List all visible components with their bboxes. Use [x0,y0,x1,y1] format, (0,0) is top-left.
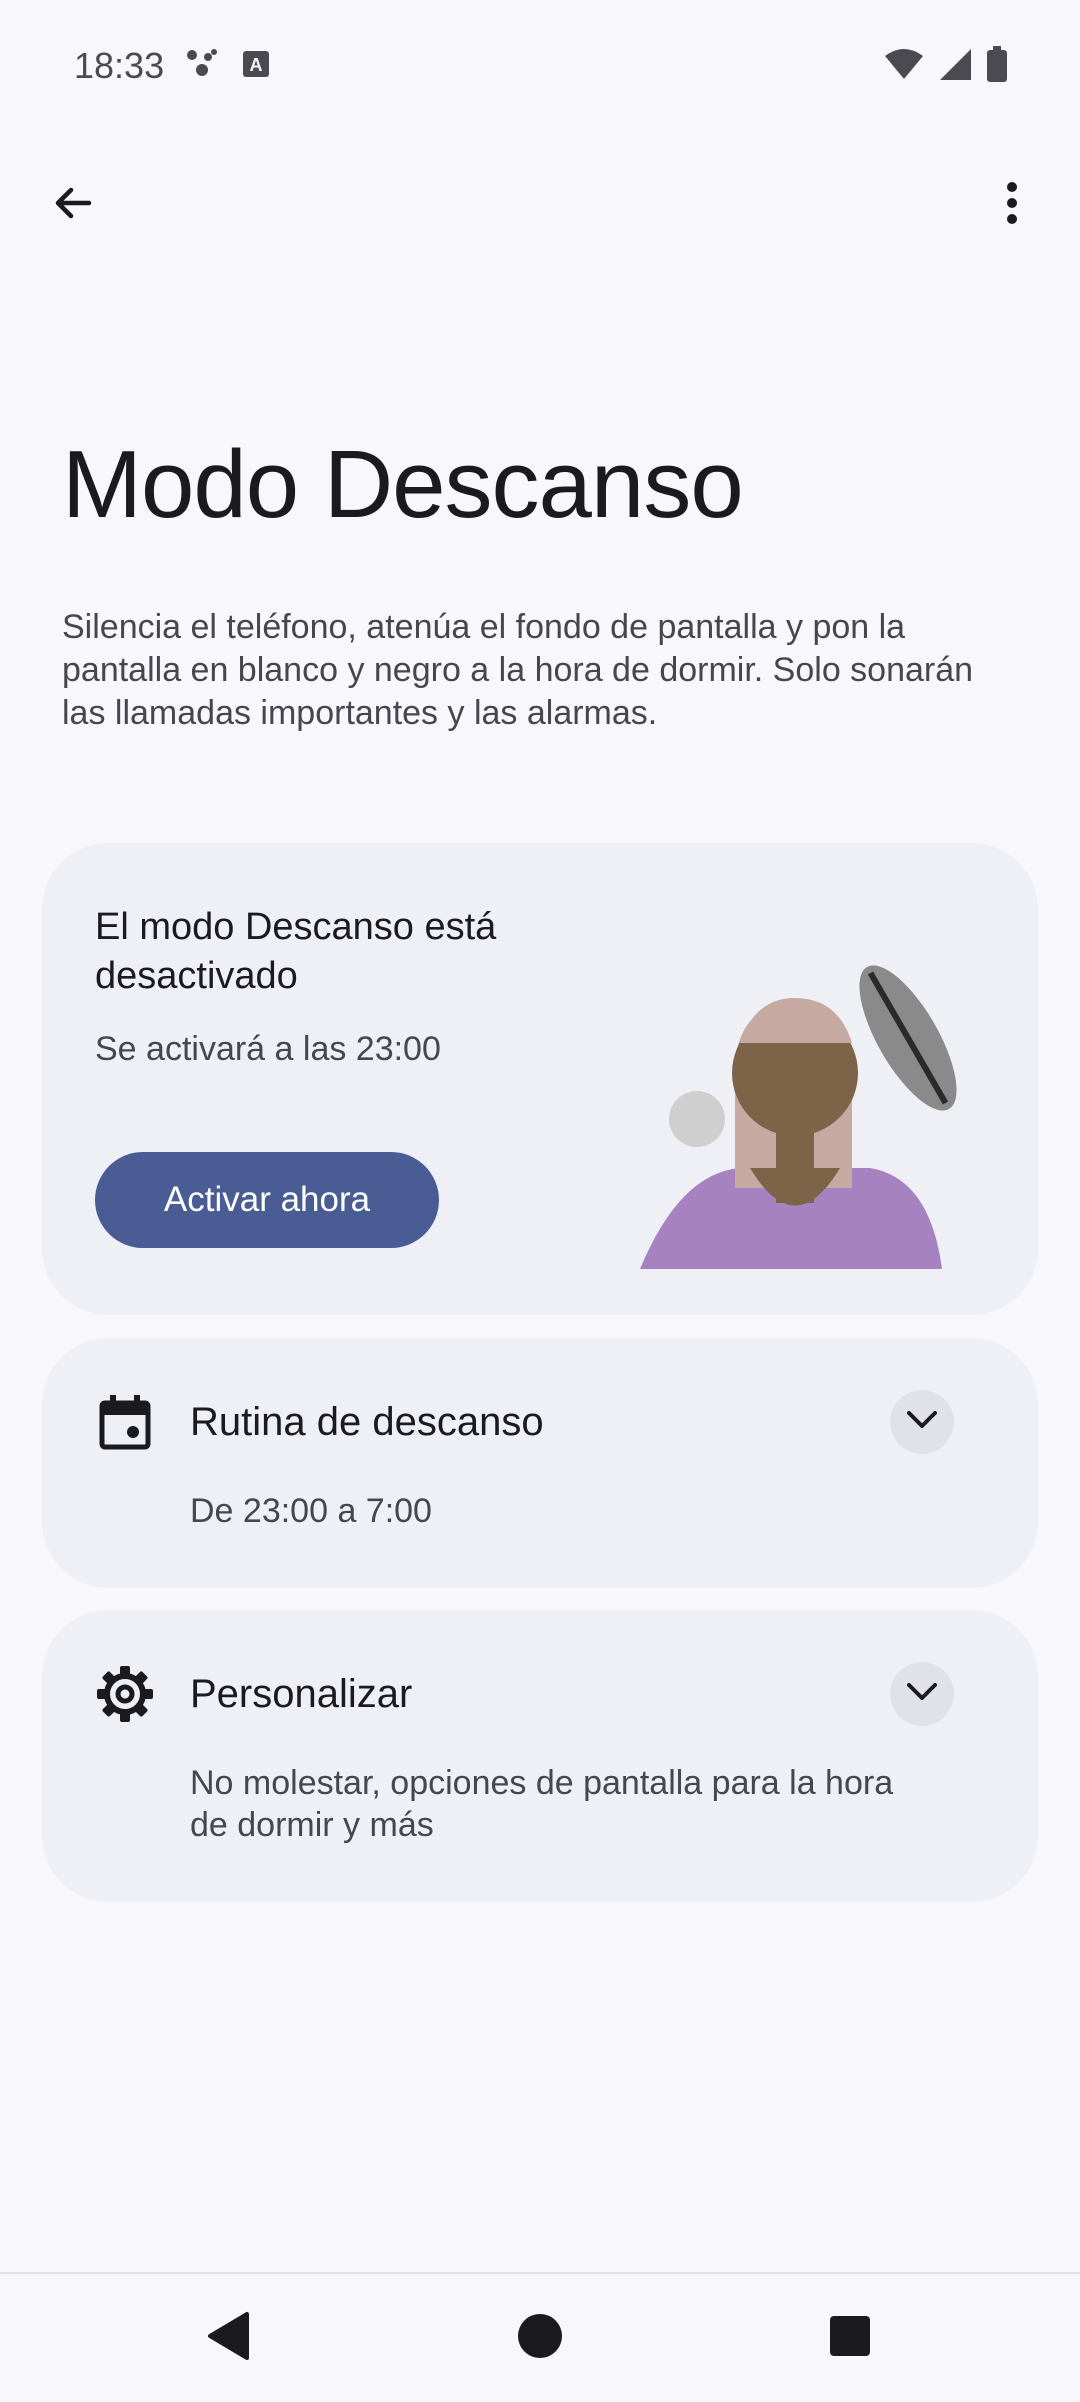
keyboard-a-icon: A [242,45,270,87]
bedtime-routine-card[interactable]: Rutina de descanso De 23:00 a 7:00 [42,1338,1038,1588]
gear-icon [95,1664,155,1724]
wifi-icon [884,48,924,85]
nav-back-icon [205,2311,251,2366]
more-options-button[interactable] [964,157,1060,253]
page-description: Silencia el teléfono, atenúa el fondo de… [62,608,974,732]
arrow-back-icon [49,179,97,232]
signal-icon [938,47,972,86]
chevron-down-icon [905,1409,939,1436]
nav-recents-button[interactable] [790,2274,910,2402]
routine-expand-button[interactable] [890,1390,954,1454]
activate-now-button[interactable]: Activar ahora [95,1152,439,1248]
status-left: 18:33 A [74,45,270,87]
status-card-subtitle: Se activará a las 23:00 [95,1030,441,1068]
battery-icon [986,45,1008,87]
routine-subtitle: De 23:00 a 7:00 [190,1492,432,1530]
status-right [884,45,1008,87]
svg-text:A: A [250,55,263,75]
back-button[interactable] [25,157,121,253]
status-card-title: El modo Descanso está desactivado [95,906,497,997]
routine-title: Rutina de descanso [190,1400,544,1444]
status-bar: 18:33 A [0,0,1080,132]
customize-expand-button[interactable] [890,1662,954,1726]
bedtime-status-card: El modo Descanso está desactivado Se act… [42,843,1038,1315]
app-bar [0,150,1080,260]
status-time: 18:33 [74,45,165,86]
system-navigation-bar [0,2272,1080,2400]
customize-card[interactable]: Personalizar No molestar, opciones de pa… [42,1610,1038,1902]
nav-back-button[interactable] [168,2274,288,2402]
calendar-icon [95,1392,155,1452]
nav-home-button[interactable] [480,2274,600,2402]
customize-subtitle: No molestar, opciones de pantalla para l… [190,1764,894,1844]
more-vert-icon [1004,179,1020,232]
assistant-icon [186,45,220,87]
nav-home-icon [517,2313,563,2364]
nav-recents-icon [829,2315,871,2362]
sleeping-person-illustration [590,943,990,1273]
customize-title: Personalizar [190,1672,413,1716]
chevron-down-icon [905,1681,939,1708]
page-title: Modo Descanso [62,431,744,538]
